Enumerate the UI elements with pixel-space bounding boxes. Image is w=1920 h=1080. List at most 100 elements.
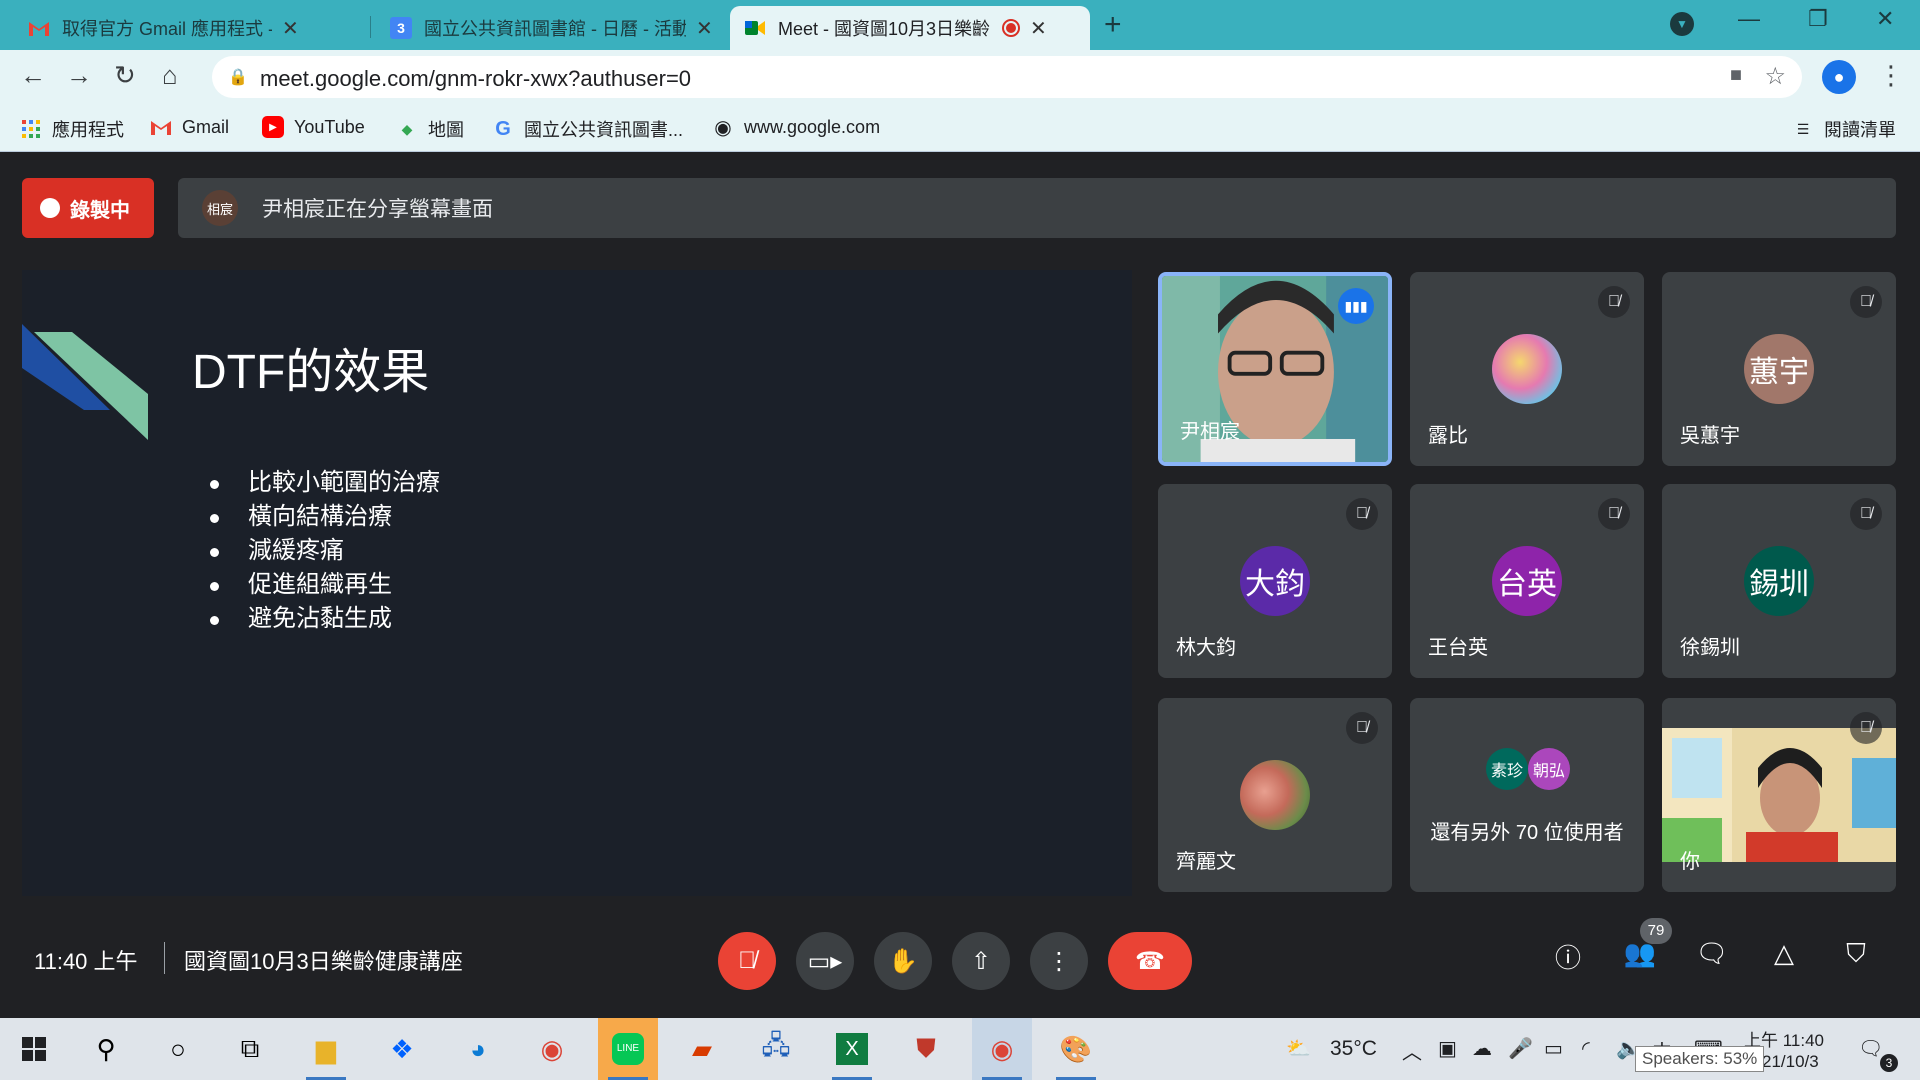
present-button[interactable]: ⇧	[952, 932, 1010, 990]
slide-bullet: 橫向結構治療	[210, 500, 440, 534]
taskbar-excel[interactable]: X	[822, 1018, 882, 1080]
forward-icon[interactable]: →	[66, 60, 92, 91]
taskbar-security[interactable]: ⛊	[896, 1018, 956, 1080]
participant-name: 尹相宸	[1180, 421, 1240, 443]
cortana-button[interactable]: ○	[148, 1018, 208, 1080]
taskbar-chrome[interactable]: ◉	[522, 1018, 582, 1080]
task-view-button[interactable]: ⧉	[220, 1018, 280, 1080]
camera-toggle-button[interactable]: ▭▸	[796, 932, 854, 990]
microphone-icon[interactable]: 🎤	[1508, 1036, 1533, 1061]
meeting-details-button[interactable]: ⓘ	[1548, 938, 1588, 975]
bookmark-gmail[interactable]: Gmail	[150, 116, 229, 138]
bookmark-google[interactable]: ◉ www.google.com	[712, 116, 880, 139]
close-tab-icon[interactable]: ✕	[282, 16, 299, 41]
new-tab-icon[interactable]: +	[1104, 8, 1122, 42]
mic-toggle-button[interactable]: 🎙̸	[718, 932, 776, 990]
chrome-menu-icon[interactable]: ⋮	[1878, 60, 1904, 91]
office-icon: ▰	[692, 1033, 712, 1064]
self-tile[interactable]: 🎙̸ 你	[1662, 698, 1896, 892]
recording-badge[interactable]: 錄製中	[22, 178, 154, 238]
meet-now-icon[interactable]: ▣	[1438, 1036, 1457, 1061]
address-bar[interactable]: 🔒 meet.google.com/gnm-rokr-xwx?authuser=…	[212, 56, 1802, 98]
reload-icon[interactable]: ↻	[114, 60, 136, 91]
folder-icon: ▆	[316, 1033, 336, 1064]
close-tab-icon[interactable]: ✕	[696, 16, 713, 41]
tab-search-icon[interactable]: ▼	[1670, 12, 1694, 36]
weather-temperature[interactable]: 35°C	[1330, 1037, 1377, 1061]
onedrive-icon[interactable]: ☁	[1472, 1036, 1492, 1061]
edge-icon: ◕	[470, 1033, 486, 1064]
profile-avatar-icon[interactable]: ●	[1822, 60, 1856, 94]
bookmark-star-icon[interactable]: ☆	[1764, 62, 1786, 91]
url-text[interactable]: meet.google.com/gnm-rokr-xwx?authuser=0	[260, 66, 691, 92]
lock-icon[interactable]: 🔒	[228, 67, 248, 87]
more-options-button[interactable]: ⋮	[1030, 932, 1088, 990]
tab-meet[interactable]: Meet - 國資圖10月3日樂齡 ✕	[730, 6, 1090, 50]
bookmark-youtube[interactable]: ▶ YouTube	[262, 116, 365, 138]
taskbar-edge[interactable]: ◕	[448, 1018, 508, 1080]
google-icon: G	[495, 117, 511, 140]
camera-in-use-icon[interactable]: ■	[1730, 64, 1742, 87]
search-icon: ⚲	[96, 1033, 116, 1064]
start-button[interactable]	[4, 1018, 64, 1080]
bookmarks-bar: 應用程式 Gmail ▶ YouTube ◆ 地圖 G 國立公共資訊圖書... …	[0, 104, 1920, 152]
participant-tile[interactable]: 大鈞 🎙̸ 林大鈞	[1158, 484, 1392, 678]
leave-call-button[interactable]: ☎	[1108, 932, 1192, 990]
close-tab-icon[interactable]: ✕	[1030, 16, 1047, 41]
shield-icon: ⛊	[916, 1033, 936, 1063]
restore-icon[interactable]: ❐	[1808, 6, 1828, 32]
taskbar-network-app[interactable]: 🖧	[746, 1018, 806, 1080]
meet-main: 錄製中 相宸 尹相宸正在分享螢幕畫面 DTF的效果 比較小範圍的治療 橫向結構治…	[0, 152, 1920, 1018]
presentation-banner: 相宸 尹相宸正在分享螢幕畫面	[178, 178, 1896, 238]
participant-tile[interactable]: 🎙̸ 露比	[1410, 272, 1644, 466]
activities-button[interactable]: △	[1764, 938, 1804, 969]
host-controls-button[interactable]: ⛉	[1836, 938, 1876, 970]
reading-list[interactable]: ☰ 閱讀清單	[1792, 116, 1896, 142]
mic-muted-icon: 🎙̸	[1346, 712, 1378, 744]
search-button[interactable]: ⚲	[76, 1018, 136, 1080]
bookmark-apps[interactable]: 應用程式	[20, 116, 124, 142]
taskbar-office[interactable]: ▰	[672, 1018, 732, 1080]
bookmark-maps[interactable]: ◆ 地圖	[396, 116, 464, 142]
window-close-icon[interactable]: ✕	[1876, 6, 1894, 32]
taskbar-chrome-active[interactable]: ◉	[972, 1018, 1032, 1080]
minimize-icon[interactable]: —	[1738, 6, 1760, 32]
chevron-up-icon[interactable]: ︿	[1402, 1036, 1422, 1065]
participant-name: 吳蕙宇	[1680, 425, 1740, 447]
participant-avatar: 錫圳	[1744, 546, 1814, 616]
tab-gmail[interactable]: 取得官方 Gmail 應用程式 - mcc( ✕	[14, 6, 313, 50]
presenter-avatar: 相宸	[202, 190, 238, 226]
raise-hand-button[interactable]: ✋	[874, 932, 932, 990]
home-icon[interactable]: ⌂	[162, 60, 178, 91]
taskbar-dropbox[interactable]: ❖	[372, 1018, 432, 1080]
mic-muted-icon: 🎙̸	[1850, 498, 1882, 530]
taskbar-clock-date[interactable]: 21/10/3	[1762, 1052, 1819, 1072]
tab-title: Meet - 國資圖10月3日樂齡	[778, 19, 991, 39]
tab-calendar[interactable]: 3 國立公共資訊圖書館 - 日曆 - 活動 ✕	[376, 6, 727, 50]
gmail-icon	[150, 116, 172, 138]
taskbar-file-explorer[interactable]: ▆	[296, 1018, 356, 1080]
bookmark-label: 國立公共資訊圖書...	[524, 120, 684, 140]
calendar-icon: 3	[390, 17, 412, 39]
participant-tile[interactable]: ▮▮▮ 尹相宸	[1158, 272, 1392, 466]
slide-logo	[22, 324, 148, 440]
weather-icon[interactable]: ⛅	[1286, 1036, 1311, 1061]
participant-name: 齊麗文	[1176, 851, 1236, 873]
notification-center-icon[interactable]: 🗨	[1858, 1036, 1883, 1061]
back-icon[interactable]: ←	[20, 60, 46, 91]
taskbar-line[interactable]: LINE	[598, 1018, 658, 1080]
wifi-icon[interactable]: ◜	[1582, 1036, 1590, 1061]
chat-button[interactable]: 🗨	[1692, 938, 1732, 969]
bookmark-label: Gmail	[182, 116, 230, 137]
cortana-icon: ○	[170, 1033, 186, 1064]
taskbar-paint[interactable]: 🎨	[1046, 1018, 1106, 1080]
participant-tile[interactable]: 台英 🎙̸ 王台英	[1410, 484, 1644, 678]
slide-bullet: 比較小範圍的治療	[210, 466, 440, 500]
bookmark-library[interactable]: G 國立公共資訊圖書...	[492, 116, 683, 142]
more-participants-tile[interactable]: 素珍 朝弘 還有另外 70 位使用者	[1410, 698, 1644, 892]
battery-icon[interactable]: ▭	[1544, 1036, 1563, 1061]
participant-tile[interactable]: 🎙̸ 齊麗文	[1158, 698, 1392, 892]
more-participants-avatars: 素珍 朝弘	[1486, 748, 1570, 790]
participant-tile[interactable]: 錫圳 🎙̸ 徐錫圳	[1662, 484, 1896, 678]
participant-tile[interactable]: 蕙宇 🎙̸ 吳蕙宇	[1662, 272, 1896, 466]
